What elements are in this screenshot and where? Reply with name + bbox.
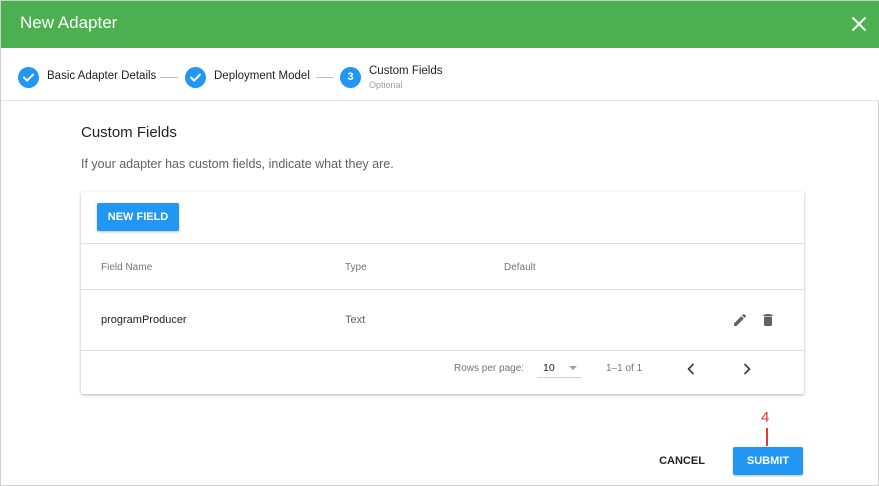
- divider: [81, 289, 804, 290]
- check-icon: [185, 67, 206, 88]
- step-number: 3: [347, 71, 354, 83]
- close-icon[interactable]: [850, 15, 868, 33]
- dialog-header: New Adapter: [1, 1, 879, 48]
- rows-per-page-select[interactable]: 10: [537, 356, 581, 378]
- step-connector: [316, 77, 333, 78]
- column-header-default: Default: [504, 262, 536, 273]
- cell-type: Text: [345, 314, 366, 326]
- annotation-number: 4: [761, 409, 770, 426]
- step-label: Deployment Model: [214, 70, 310, 82]
- chevron-down-icon: [569, 366, 577, 370]
- custom-fields-card: NEW FIELD Field Name Type Default progra…: [81, 192, 804, 394]
- check-icon: [18, 67, 39, 88]
- rows-per-page-value: 10: [543, 362, 555, 374]
- step-label: Custom Fields: [369, 65, 443, 77]
- edit-icon[interactable]: [732, 312, 748, 328]
- cancel-button[interactable]: CANCEL: [650, 447, 714, 475]
- chevron-left-icon[interactable]: [684, 362, 698, 376]
- submit-button[interactable]: SUBMIT: [733, 447, 803, 475]
- step-label: Basic Adapter Details: [47, 70, 157, 82]
- divider: [81, 243, 804, 244]
- step-connector: [160, 77, 178, 78]
- cell-field-name: programProducer: [101, 314, 187, 326]
- rows-per-page-label: Rows per page:: [454, 363, 525, 374]
- section-title: Custom Fields: [81, 124, 177, 141]
- column-header-field-name: Field Name: [101, 262, 153, 273]
- dialog: New Adapter Basic Adapter Details Deploy…: [0, 0, 879, 486]
- pagination-range: 1–1 of 1: [606, 363, 643, 374]
- annotation-pointer: [766, 428, 768, 446]
- delete-icon[interactable]: [760, 312, 776, 328]
- divider: [81, 350, 804, 351]
- new-field-button[interactable]: NEW FIELD: [97, 203, 179, 231]
- stepper: Basic Adapter Details Deployment Model 3…: [1, 48, 879, 101]
- column-header-type: Type: [345, 262, 367, 273]
- step-sublabel: Optional: [369, 80, 403, 90]
- section-description: If your adapter has custom fields, indic…: [81, 157, 394, 171]
- dialog-title: New Adapter: [20, 13, 118, 32]
- step-number-badge: 3: [340, 67, 361, 88]
- chevron-right-icon[interactable]: [740, 362, 754, 376]
